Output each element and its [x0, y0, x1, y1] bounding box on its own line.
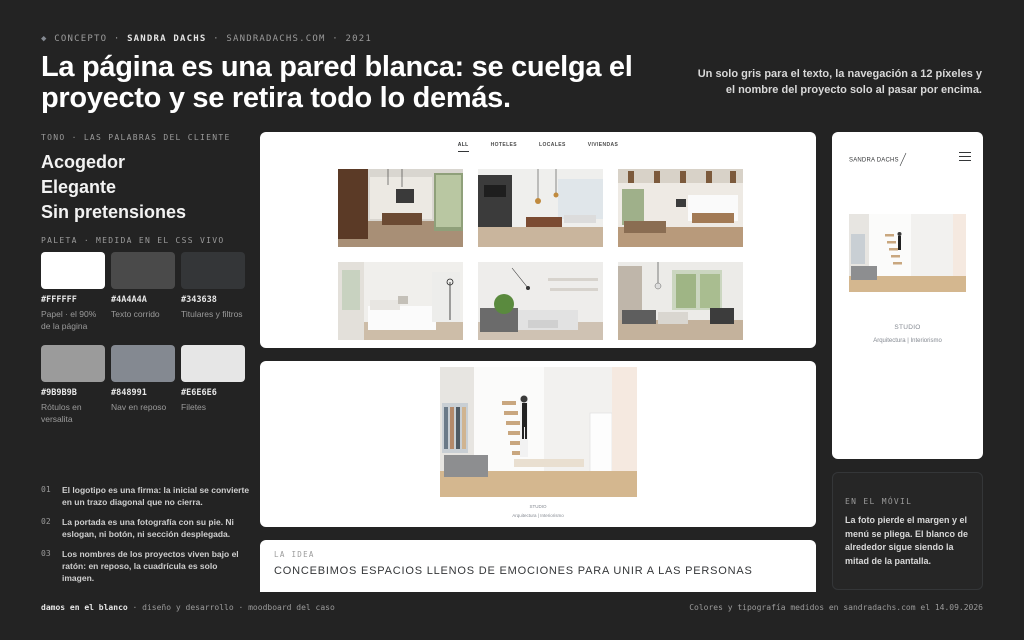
crumb-name: SANDRA DACHS — [127, 34, 207, 44]
tone-words: Acogedor Elegante Sin pretensiones — [41, 150, 186, 225]
filter-nav: ALL HOTELES LOCALES VIVIENDAS — [260, 142, 816, 152]
project-thumb[interactable] — [338, 262, 463, 340]
idea-text: CONCEBIMOS ESPACIOS LLENOS DE EMOCIONES … — [274, 565, 753, 577]
filter-viviendas[interactable]: VIVIENDAS — [588, 142, 619, 152]
project-thumb[interactable] — [478, 169, 603, 247]
mobile-note-text: La foto pierde el margen y el menú se pl… — [845, 515, 969, 566]
project-thumb[interactable] — [618, 262, 743, 340]
swatch-desc: Texto corrido — [111, 309, 160, 319]
swatch-desc: Nav en reposo — [111, 402, 167, 412]
swatch-hex: #E6E6E6 — [181, 388, 217, 398]
bullet-icon: ◆ — [41, 34, 48, 44]
crumb-year: 2021 — [345, 34, 372, 44]
swatch: #343638 Titulares y filtros — [181, 252, 245, 341]
hero-caption-sub: Arquitectura | Interiorismo — [512, 513, 564, 518]
lede-text: Un solo gris para el texto, la navegació… — [697, 68, 982, 96]
swatch-desc: Rótulos en versalita — [41, 402, 82, 424]
note-number: 02 — [41, 517, 51, 526]
swatch-chip — [41, 345, 105, 382]
notes-list: 01 El logotipo es una firma: la inicial … — [41, 484, 251, 592]
mobile-note-label: EN EL MÓVIL — [845, 497, 913, 506]
crumb-site: SANDRADACHS.COM — [226, 34, 326, 44]
breadcrumb: ◆ CONCEPTO · SANDRA DACHS · SANDRADACHS.… — [41, 34, 372, 44]
filter-all[interactable]: ALL — [457, 142, 469, 152]
tone-word: Elegante — [41, 177, 117, 197]
logo[interactable]: SANDRA DACHS — [849, 152, 907, 168]
swatch-desc: Filetes — [181, 402, 207, 412]
idea-statement: LA IDEA CONCEBIMOS ESPACIOS LLENOS DE EM… — [260, 540, 816, 592]
list-item: 03 Los nombres de los proyectos viven ba… — [41, 548, 251, 584]
footer-credit: damos en el blanco · diseño y desarrollo… — [41, 603, 335, 612]
project-thumb[interactable] — [338, 169, 463, 247]
tone-word: Acogedor — [41, 152, 126, 172]
swatch-desc: Papel · el 90% de la página — [41, 309, 97, 331]
swatch-hex: #343638 — [181, 295, 217, 305]
project-thumbnails — [338, 169, 743, 340]
swatch-hex: #848991 — [111, 388, 147, 398]
swatch: #848991 Nav en reposo — [111, 345, 175, 434]
footer-credit-rest: · diseño y desarrollo · moodboard del ca… — [127, 603, 335, 612]
swatch: #FFFFFF Papel · el 90% de la página — [41, 252, 105, 341]
footer-note: Colores y tipografía medidos en sandrada… — [689, 603, 983, 612]
swatch-chip — [111, 345, 175, 382]
swatch-desc: Titulares y filtros — [181, 309, 243, 319]
mobile-project-title: STUDIO — [894, 324, 921, 331]
swatch: #9B9B9B Rótulos en versalita — [41, 345, 105, 434]
swatch-hex: #4A4A4A — [111, 295, 147, 305]
page-title: La página es una pared blanca: se cuelga… — [41, 51, 633, 114]
palette-label: PALETA · MEDIDA EN EL CSS VIVO — [41, 236, 225, 245]
filter-locales[interactable]: LOCALES — [539, 142, 566, 152]
swatch-chip — [181, 252, 245, 289]
homepage-hero-preview: STUDIO Arquitectura | Interiorismo — [260, 361, 816, 527]
logo-stroke-icon — [899, 152, 906, 167]
swatch: #E6E6E6 Filetes — [181, 345, 245, 434]
project-thumb[interactable] — [618, 169, 743, 247]
mobile-project-subtitle: Arquitectura | Interiorismo — [873, 338, 942, 344]
swatch-hex: #9B9B9B — [41, 388, 77, 398]
tone-label: TONO · LAS PALABRAS DEL CLIENTE — [41, 133, 231, 142]
list-item: 02 La portada es una fotografía con su p… — [41, 516, 251, 540]
note-text: El logotipo es una firma: la inicial se … — [62, 485, 250, 507]
note-text: Los nombres de los proyectos viven bajo … — [62, 549, 239, 583]
crumb-concept: CONCEPTO — [54, 34, 108, 44]
idea-label: LA IDEA — [274, 550, 315, 559]
filter-hoteles[interactable]: HOTELES — [491, 142, 517, 152]
mobile-hero-photo[interactable] — [849, 214, 966, 292]
swatch-chip — [41, 252, 105, 289]
hamburger-menu-icon[interactable] — [959, 152, 971, 162]
tone-word: Sin pretensiones — [41, 202, 187, 222]
swatch: #4A4A4A Texto corrido — [111, 252, 175, 341]
note-text: La portada es una fotografía con su pie.… — [62, 517, 234, 539]
swatch-hex: #FFFFFF — [41, 295, 77, 305]
list-item: 01 El logotipo es una firma: la inicial … — [41, 484, 251, 508]
hero-photo[interactable] — [440, 367, 637, 497]
mobile-note: EN EL MÓVIL La foto pierde el margen y e… — [832, 472, 983, 590]
note-number: 01 — [41, 485, 51, 494]
project-thumb[interactable] — [478, 262, 603, 340]
mobile-preview: SANDRA DACHS STUDIO Arquitectura | Inter… — [832, 132, 983, 459]
hero-caption-title: STUDIO — [529, 504, 547, 509]
swatch-chip — [181, 345, 245, 382]
footer-studio: damos en el blanco — [41, 603, 128, 612]
note-number: 03 — [41, 549, 51, 558]
project-grid-preview: ALL HOTELES LOCALES VIVIENDAS — [260, 132, 816, 348]
palette-swatches: #FFFFFF Papel · el 90% de la página #4A4… — [41, 252, 245, 434]
swatch-chip — [111, 252, 175, 289]
